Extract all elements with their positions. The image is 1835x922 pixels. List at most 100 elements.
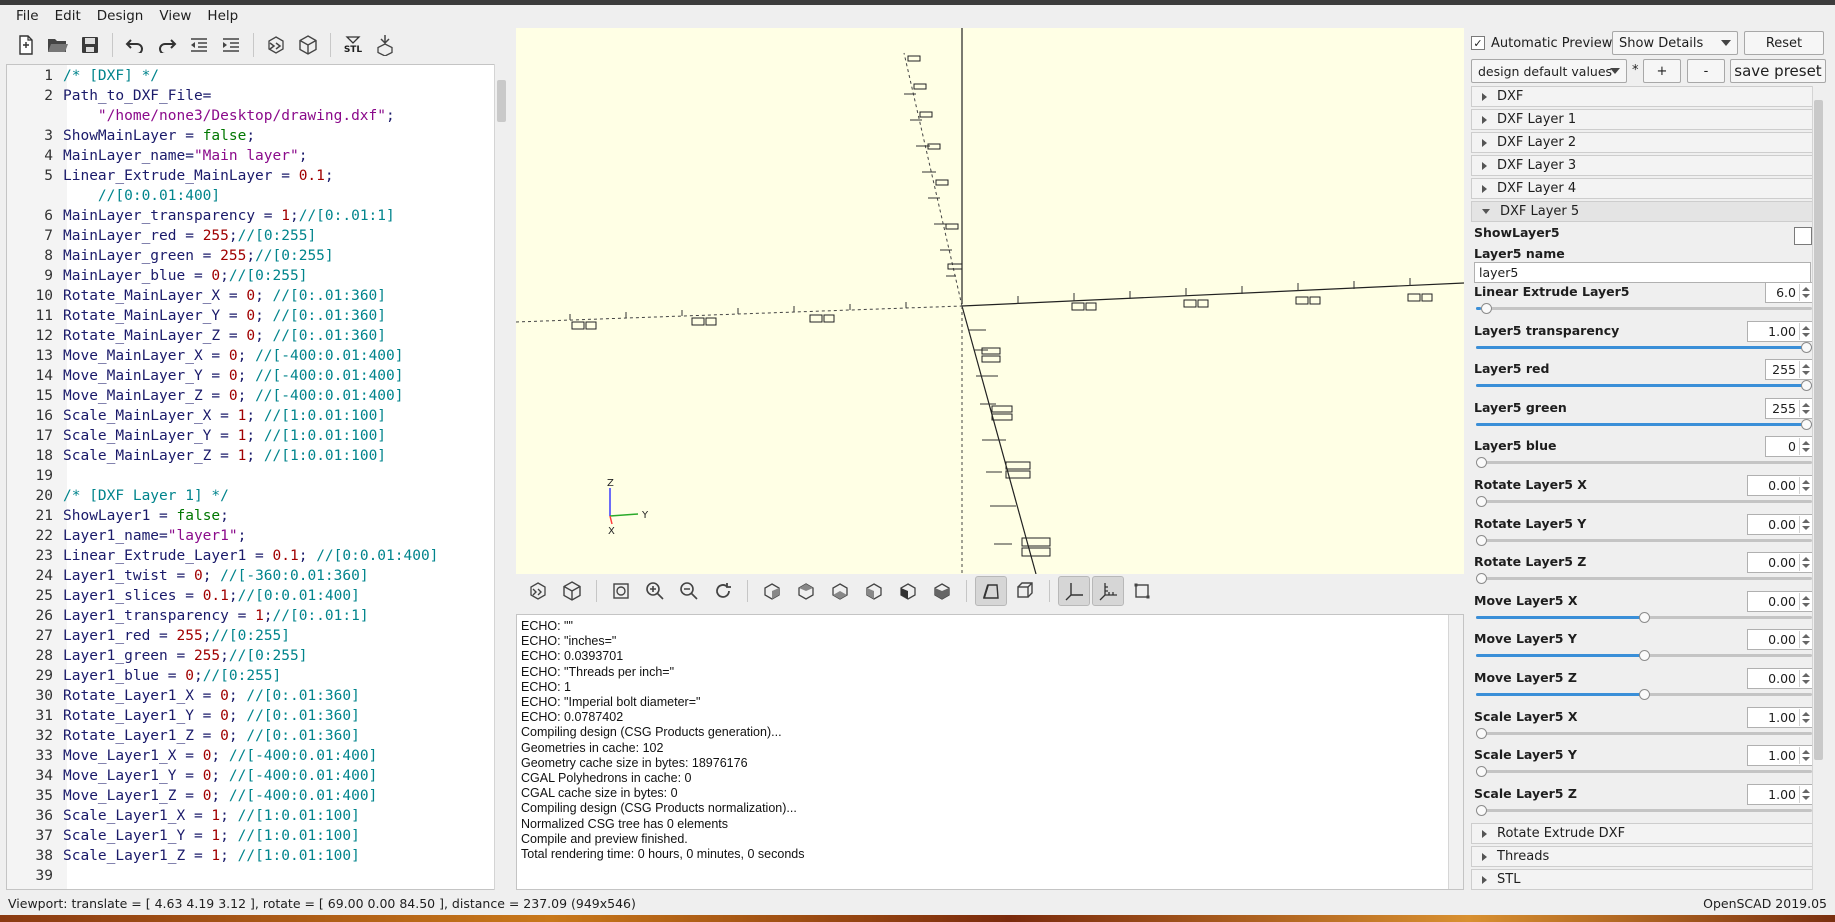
code-line[interactable]: 16 Scale_MainLayer_X = 1; //[1:0.01:100] bbox=[7, 406, 387, 426]
menu-file[interactable]: File bbox=[8, 8, 47, 24]
layer-name-field[interactable]: layer5 bbox=[1474, 262, 1811, 283]
code-editor[interactable]: 1 /* [DXF] */ 2 Path_to_DXF_File= "/home/no… bbox=[6, 64, 508, 890]
code-line[interactable]: 29 Layer1_blue = 0;//[0:255] bbox=[7, 666, 282, 686]
slider-handle[interactable] bbox=[1801, 418, 1812, 430]
orthogonal-icon[interactable] bbox=[1009, 576, 1041, 606]
code-line[interactable]: 10 Rotate_MainLayer_X = 0; //[0:.01:360] bbox=[7, 286, 387, 306]
code-line[interactable]: 3 ShowMainLayer = false; bbox=[7, 126, 255, 146]
param-spinbox[interactable]: 6.0 bbox=[1765, 282, 1813, 303]
code-line[interactable]: 14 Move_MainLayer_Y = 0; //[-400:0.01:400… bbox=[7, 366, 404, 386]
code-line[interactable]: 34 Move_Layer1_Y = 0; //[-400:0.01:400] bbox=[7, 766, 378, 786]
spin-arrows-icon[interactable] bbox=[1799, 747, 1811, 765]
slider-handle[interactable] bbox=[1638, 689, 1650, 700]
view-back-icon[interactable] bbox=[926, 576, 958, 606]
code-line[interactable]: 23 Linear_Extrude_Layer1 = 0.1; //[0:0.01… bbox=[7, 546, 439, 566]
view-all-icon[interactable] bbox=[605, 576, 637, 606]
param-spinbox[interactable]: 0.00 bbox=[1747, 475, 1813, 496]
param-spinbox[interactable]: 1.00 bbox=[1747, 706, 1813, 728]
undo-icon[interactable] bbox=[121, 31, 149, 59]
view-bottom-icon[interactable] bbox=[824, 576, 856, 606]
code-line[interactable]: 4 MainLayer_name="Main layer"; bbox=[7, 146, 307, 166]
menu-design[interactable]: Design bbox=[89, 8, 152, 24]
param-spinbox[interactable]: 0 bbox=[1765, 436, 1813, 458]
code-line[interactable]: 8 MainLayer_green = 255;//[0:255] bbox=[7, 246, 333, 266]
code-line[interactable]: 39 bbox=[7, 866, 63, 886]
code-line[interactable]: 36 Scale_Layer1_X = 1; //[1:0.01:100] bbox=[7, 806, 360, 826]
code-line[interactable]: 28 Layer1_green = 255;//[0:255] bbox=[7, 646, 308, 666]
view-top-icon[interactable] bbox=[790, 576, 822, 606]
view-front-icon[interactable] bbox=[892, 576, 924, 606]
view-left-icon[interactable] bbox=[858, 576, 890, 606]
show-edges-icon[interactable] bbox=[1126, 576, 1158, 606]
zoom-in-icon[interactable] bbox=[639, 576, 671, 606]
add-preset-button[interactable]: + bbox=[1643, 59, 1681, 83]
spin-arrows-icon[interactable] bbox=[1799, 592, 1811, 610]
spin-arrows-icon[interactable] bbox=[1799, 631, 1811, 649]
menu-help[interactable]: Help bbox=[199, 8, 246, 24]
code-line[interactable]: 6 MainLayer_transparency = 1;//[0:.01:1] bbox=[7, 206, 394, 226]
code-line[interactable]: 18 Scale_MainLayer_Z = 1; //[1:0.01:100] bbox=[7, 446, 387, 466]
param-spinbox[interactable]: 0.00 bbox=[1747, 590, 1813, 612]
spin-arrows-icon[interactable] bbox=[1799, 477, 1811, 494]
param-slider[interactable] bbox=[1476, 804, 1812, 817]
param-spinbox[interactable]: 1.00 bbox=[1747, 745, 1813, 767]
group-header[interactable]: STL bbox=[1471, 869, 1818, 890]
show-axes-icon[interactable] bbox=[1058, 576, 1090, 606]
slider-handle[interactable] bbox=[1801, 341, 1812, 353]
code-line[interactable]: 25 Layer1_slices = 0.1;//[0:0.01:400] bbox=[7, 586, 360, 606]
code-line[interactable]: 7 MainLayer_red = 255;//[0:255] bbox=[7, 226, 316, 246]
slider-handle[interactable] bbox=[1476, 534, 1487, 546]
save-preset-button[interactable]: save preset bbox=[1730, 59, 1826, 83]
indent-icon[interactable] bbox=[217, 31, 245, 59]
menu-view[interactable]: View bbox=[151, 8, 199, 24]
preview-icon[interactable] bbox=[522, 576, 554, 606]
show-details-combo[interactable]: Show Details bbox=[1612, 31, 1738, 55]
param-slider[interactable] bbox=[1476, 689, 1812, 701]
code-line[interactable]: 37 Scale_Layer1_Y = 1; //[1:0.01:100] bbox=[7, 826, 360, 846]
code-line[interactable]: 38 Scale_Layer1_Z = 1; //[1:0.01:100] bbox=[7, 846, 360, 866]
param-slider[interactable] bbox=[1476, 650, 1812, 662]
spin-arrows-icon[interactable] bbox=[1799, 785, 1811, 803]
param-slider[interactable] bbox=[1476, 418, 1812, 431]
param-spinbox[interactable]: 0.00 bbox=[1747, 668, 1813, 689]
param-slider[interactable] bbox=[1476, 766, 1812, 778]
console-output[interactable]: ECHO: "" ECHO: "inches=" ECHO: 0.0393701 EC… bbox=[516, 614, 1464, 890]
slider-handle[interactable] bbox=[1638, 611, 1650, 623]
group-header[interactable]: DXF Layer 1 bbox=[1471, 109, 1818, 130]
code-line[interactable]: 26 Layer1_transparency = 1;//[0:.01:1] bbox=[7, 606, 369, 626]
spin-arrows-icon[interactable] bbox=[1799, 438, 1811, 456]
render-icon[interactable] bbox=[294, 31, 322, 59]
export-stl-icon[interactable]: STL bbox=[339, 31, 367, 59]
automatic-preview-checkbox[interactable]: ✓ bbox=[1471, 36, 1485, 50]
show-scale-markers-icon[interactable] bbox=[1092, 576, 1124, 606]
editor-scrollbar-thumb[interactable] bbox=[497, 80, 506, 122]
remove-preset-button[interactable]: - bbox=[1687, 59, 1725, 83]
code-line[interactable]: 35 Move_Layer1_Z = 0; //[-400:0.01:400] bbox=[7, 786, 378, 806]
code-line[interactable]: "/home/none3/Desktop/drawing.dxf"; bbox=[7, 106, 395, 126]
zoom-out-icon[interactable] bbox=[673, 576, 705, 606]
slider-handle[interactable] bbox=[1476, 804, 1487, 816]
slider-handle[interactable] bbox=[1476, 766, 1487, 778]
param-slider[interactable] bbox=[1476, 534, 1812, 547]
param-slider[interactable] bbox=[1476, 496, 1812, 508]
code-line[interactable]: 5 Linear_Extrude_MainLayer = 0.1; bbox=[7, 166, 333, 186]
param-spinbox[interactable]: 0.00 bbox=[1747, 552, 1813, 574]
group-header[interactable]: DXF bbox=[1471, 86, 1818, 107]
spin-arrows-icon[interactable] bbox=[1799, 399, 1811, 417]
redo-icon[interactable] bbox=[153, 31, 181, 59]
spin-arrows-icon[interactable] bbox=[1799, 361, 1811, 379]
3d-viewport[interactable]: Z Y X bbox=[516, 28, 1464, 574]
spin-arrows-icon[interactable] bbox=[1799, 284, 1811, 301]
param-slider[interactable] bbox=[1476, 303, 1812, 315]
customizer-scrollbar-thumb[interactable] bbox=[1814, 100, 1823, 760]
preview-icon[interactable] bbox=[262, 31, 290, 59]
slider-handle[interactable] bbox=[1476, 727, 1487, 739]
group-header[interactable]: DXF Layer 4 bbox=[1471, 178, 1818, 199]
code-line[interactable]: 2 Path_to_DXF_File= bbox=[7, 86, 211, 106]
spin-arrows-icon[interactable] bbox=[1799, 322, 1811, 340]
param-spinbox[interactable]: 1.00 bbox=[1747, 320, 1813, 342]
editor-scrollbar[interactable] bbox=[494, 64, 508, 890]
param-spinbox[interactable]: 0.00 bbox=[1747, 629, 1813, 651]
preset-combo[interactable]: design default values bbox=[1471, 59, 1627, 83]
code-line[interactable]: 24 Layer1_twist = 0; //[-360:0.01:360] bbox=[7, 566, 369, 586]
